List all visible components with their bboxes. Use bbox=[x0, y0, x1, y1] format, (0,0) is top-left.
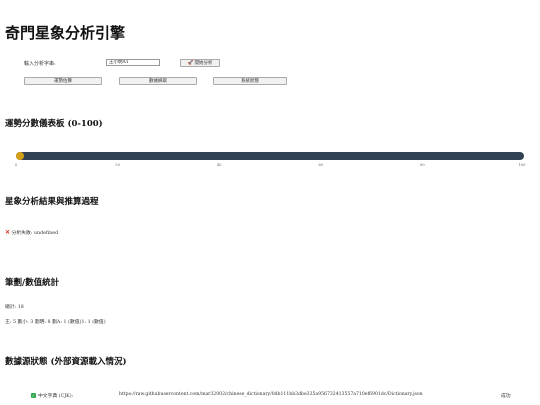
fortune-score-gauge bbox=[16, 152, 524, 160]
analysis-error-message: ✕ 分析失敗: undefined bbox=[5, 229, 58, 236]
check-mark-icon: ✓ bbox=[31, 393, 36, 398]
stats-detail: 王: 5 劃小: 3 劃明: 8 劃A: 1 (數值)1: 1 (數值) bbox=[5, 320, 106, 325]
source-item-name: ✓ 中文字典 (CJK): bbox=[31, 393, 74, 399]
data-extract-button[interactable]: 數據摘取 bbox=[119, 77, 197, 85]
stats-total: 總計: 18 bbox=[5, 305, 24, 310]
gauge-tick: 60 bbox=[318, 163, 324, 167]
gauge-heading: 運勢分數儀表板 (0-100) bbox=[5, 119, 103, 129]
input-label: 輸入分析字串: bbox=[24, 61, 56, 67]
cross-mark-icon: ✕ bbox=[5, 229, 11, 236]
analysis-error-text: 分析失敗: undefined bbox=[11, 231, 59, 236]
analysis-string-input[interactable]: 王小明A1 bbox=[106, 59, 160, 66]
gauge-tick: 80 bbox=[420, 163, 425, 167]
source-item-url[interactable]: https://raw.githubusercontent.com/mar320… bbox=[119, 392, 423, 397]
sources-heading: 數據源狀態 (外部資源載入情況) bbox=[5, 357, 127, 367]
start-analysis-button[interactable]: 🚀 開始分析 bbox=[180, 59, 220, 67]
page-title: 奇門星象分析引擎 bbox=[5, 24, 126, 42]
analysis-heading: 星象分析結果與推算過程 bbox=[5, 197, 99, 207]
gauge-tick: 100 bbox=[518, 163, 526, 167]
system-status-button[interactable]: 系統狀態 bbox=[213, 77, 287, 85]
stats-heading: 筆劃/數值統計 bbox=[5, 278, 60, 288]
fortune-estimate-button[interactable]: 運勢估算 bbox=[24, 77, 102, 85]
fortune-score-fill bbox=[16, 152, 24, 160]
gauge-tick: 20 bbox=[115, 163, 120, 167]
gauge-tick: 0 bbox=[14, 163, 18, 167]
gauge-tick: 40 bbox=[216, 163, 222, 167]
source-item-status: 成功 bbox=[501, 394, 511, 399]
